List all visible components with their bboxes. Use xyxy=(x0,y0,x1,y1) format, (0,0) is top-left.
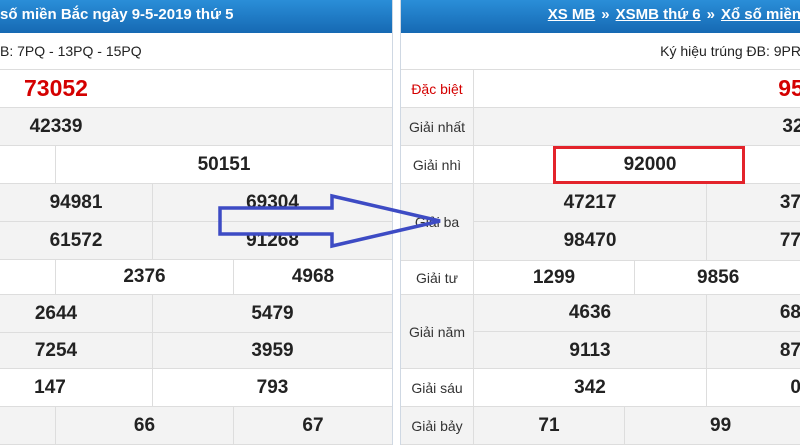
arrow-shape xyxy=(218,193,441,249)
arrow-right-icon xyxy=(218,193,441,249)
